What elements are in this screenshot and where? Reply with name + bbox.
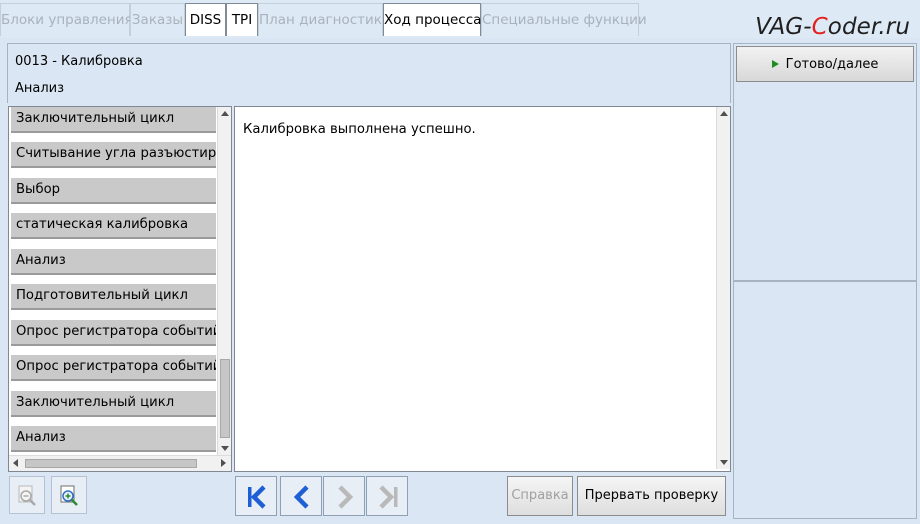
tab-process[interactable]: Ход процесса (383, 3, 481, 36)
list-item[interactable]: Подготовительный цикл (11, 284, 216, 310)
procedure-step-title: Анализ (15, 81, 65, 96)
panel-divider (734, 280, 916, 282)
list-item[interactable]: Заключительный цикл (11, 391, 216, 417)
watermark-logo: VAG-Coder.ru (755, 14, 910, 40)
result-message: Калибровка выполнена успешно. (243, 122, 476, 137)
step-list[interactable]: Заключительный цикл Считывание угла разъ… (8, 106, 232, 472)
scrollbar-thumb[interactable] (25, 459, 197, 468)
tab-special-functions[interactable]: Специальные функции (481, 3, 647, 36)
scroll-up-icon[interactable] (221, 111, 229, 116)
first-step-button[interactable] (235, 476, 277, 516)
tab-control-units[interactable]: Блоки управления (0, 3, 133, 36)
scroll-up-icon[interactable] (720, 111, 728, 116)
tab-bar: Блоки управления Заказы DISS TPI План ди… (0, 0, 920, 40)
zoom-out-button[interactable] (9, 476, 45, 514)
list-item[interactable]: Опрос регистратора событий (11, 320, 216, 346)
scroll-down-icon[interactable] (720, 460, 728, 465)
tab-diss[interactable]: DISS (185, 3, 226, 36)
zoom-in-button[interactable] (51, 476, 87, 514)
next-step-button[interactable] (323, 476, 365, 516)
play-icon (771, 60, 779, 68)
list-item[interactable]: Опрос регистратора событий (11, 355, 216, 381)
step-list-horizontal-scrollbar[interactable] (9, 455, 231, 471)
list-item[interactable]: Выбор (11, 178, 216, 204)
procedure-code: 0013 - Калибровка (15, 54, 143, 69)
chevron-right-icon (338, 485, 354, 509)
list-item[interactable]: Заключительный цикл (11, 107, 216, 133)
done-next-button[interactable]: Готово/далее (736, 46, 914, 82)
tab-orders[interactable]: Заказы (130, 3, 185, 36)
chevron-left-icon (293, 485, 309, 509)
message-vertical-scrollbar[interactable] (716, 107, 730, 469)
done-next-label: Готово/далее (785, 56, 879, 72)
tab-tpi[interactable]: TPI (226, 3, 258, 36)
zoom-out-icon (18, 485, 36, 506)
list-item[interactable]: статическая калибровка (11, 213, 216, 239)
procedure-header: 0013 - Калибровка Анализ (7, 43, 731, 103)
previous-step-button[interactable] (280, 476, 322, 516)
help-button[interactable]: Справка (507, 476, 573, 516)
step-list-vertical-scrollbar[interactable] (217, 107, 231, 455)
tab-diagnostic-plan[interactable]: План диагностики (258, 3, 391, 36)
message-panel: Калибровка выполнена успешно. (234, 106, 731, 472)
skip-to-start-icon (248, 485, 266, 509)
scroll-left-icon[interactable] (13, 459, 18, 467)
zoom-in-icon (60, 485, 78, 506)
last-step-button[interactable] (366, 476, 408, 516)
list-item[interactable]: Считывание угла разъюстировки (11, 142, 216, 168)
scrollbar-thumb[interactable] (220, 359, 230, 438)
action-panel: Готово/далее (733, 43, 917, 519)
scroll-down-icon[interactable] (221, 446, 229, 451)
abort-test-button[interactable]: Прервать проверку (577, 476, 726, 516)
list-item[interactable]: Анализ (11, 249, 216, 275)
scroll-right-icon[interactable] (221, 459, 226, 467)
list-item[interactable]: Анализ (11, 426, 216, 452)
skip-to-end-icon (379, 485, 398, 509)
